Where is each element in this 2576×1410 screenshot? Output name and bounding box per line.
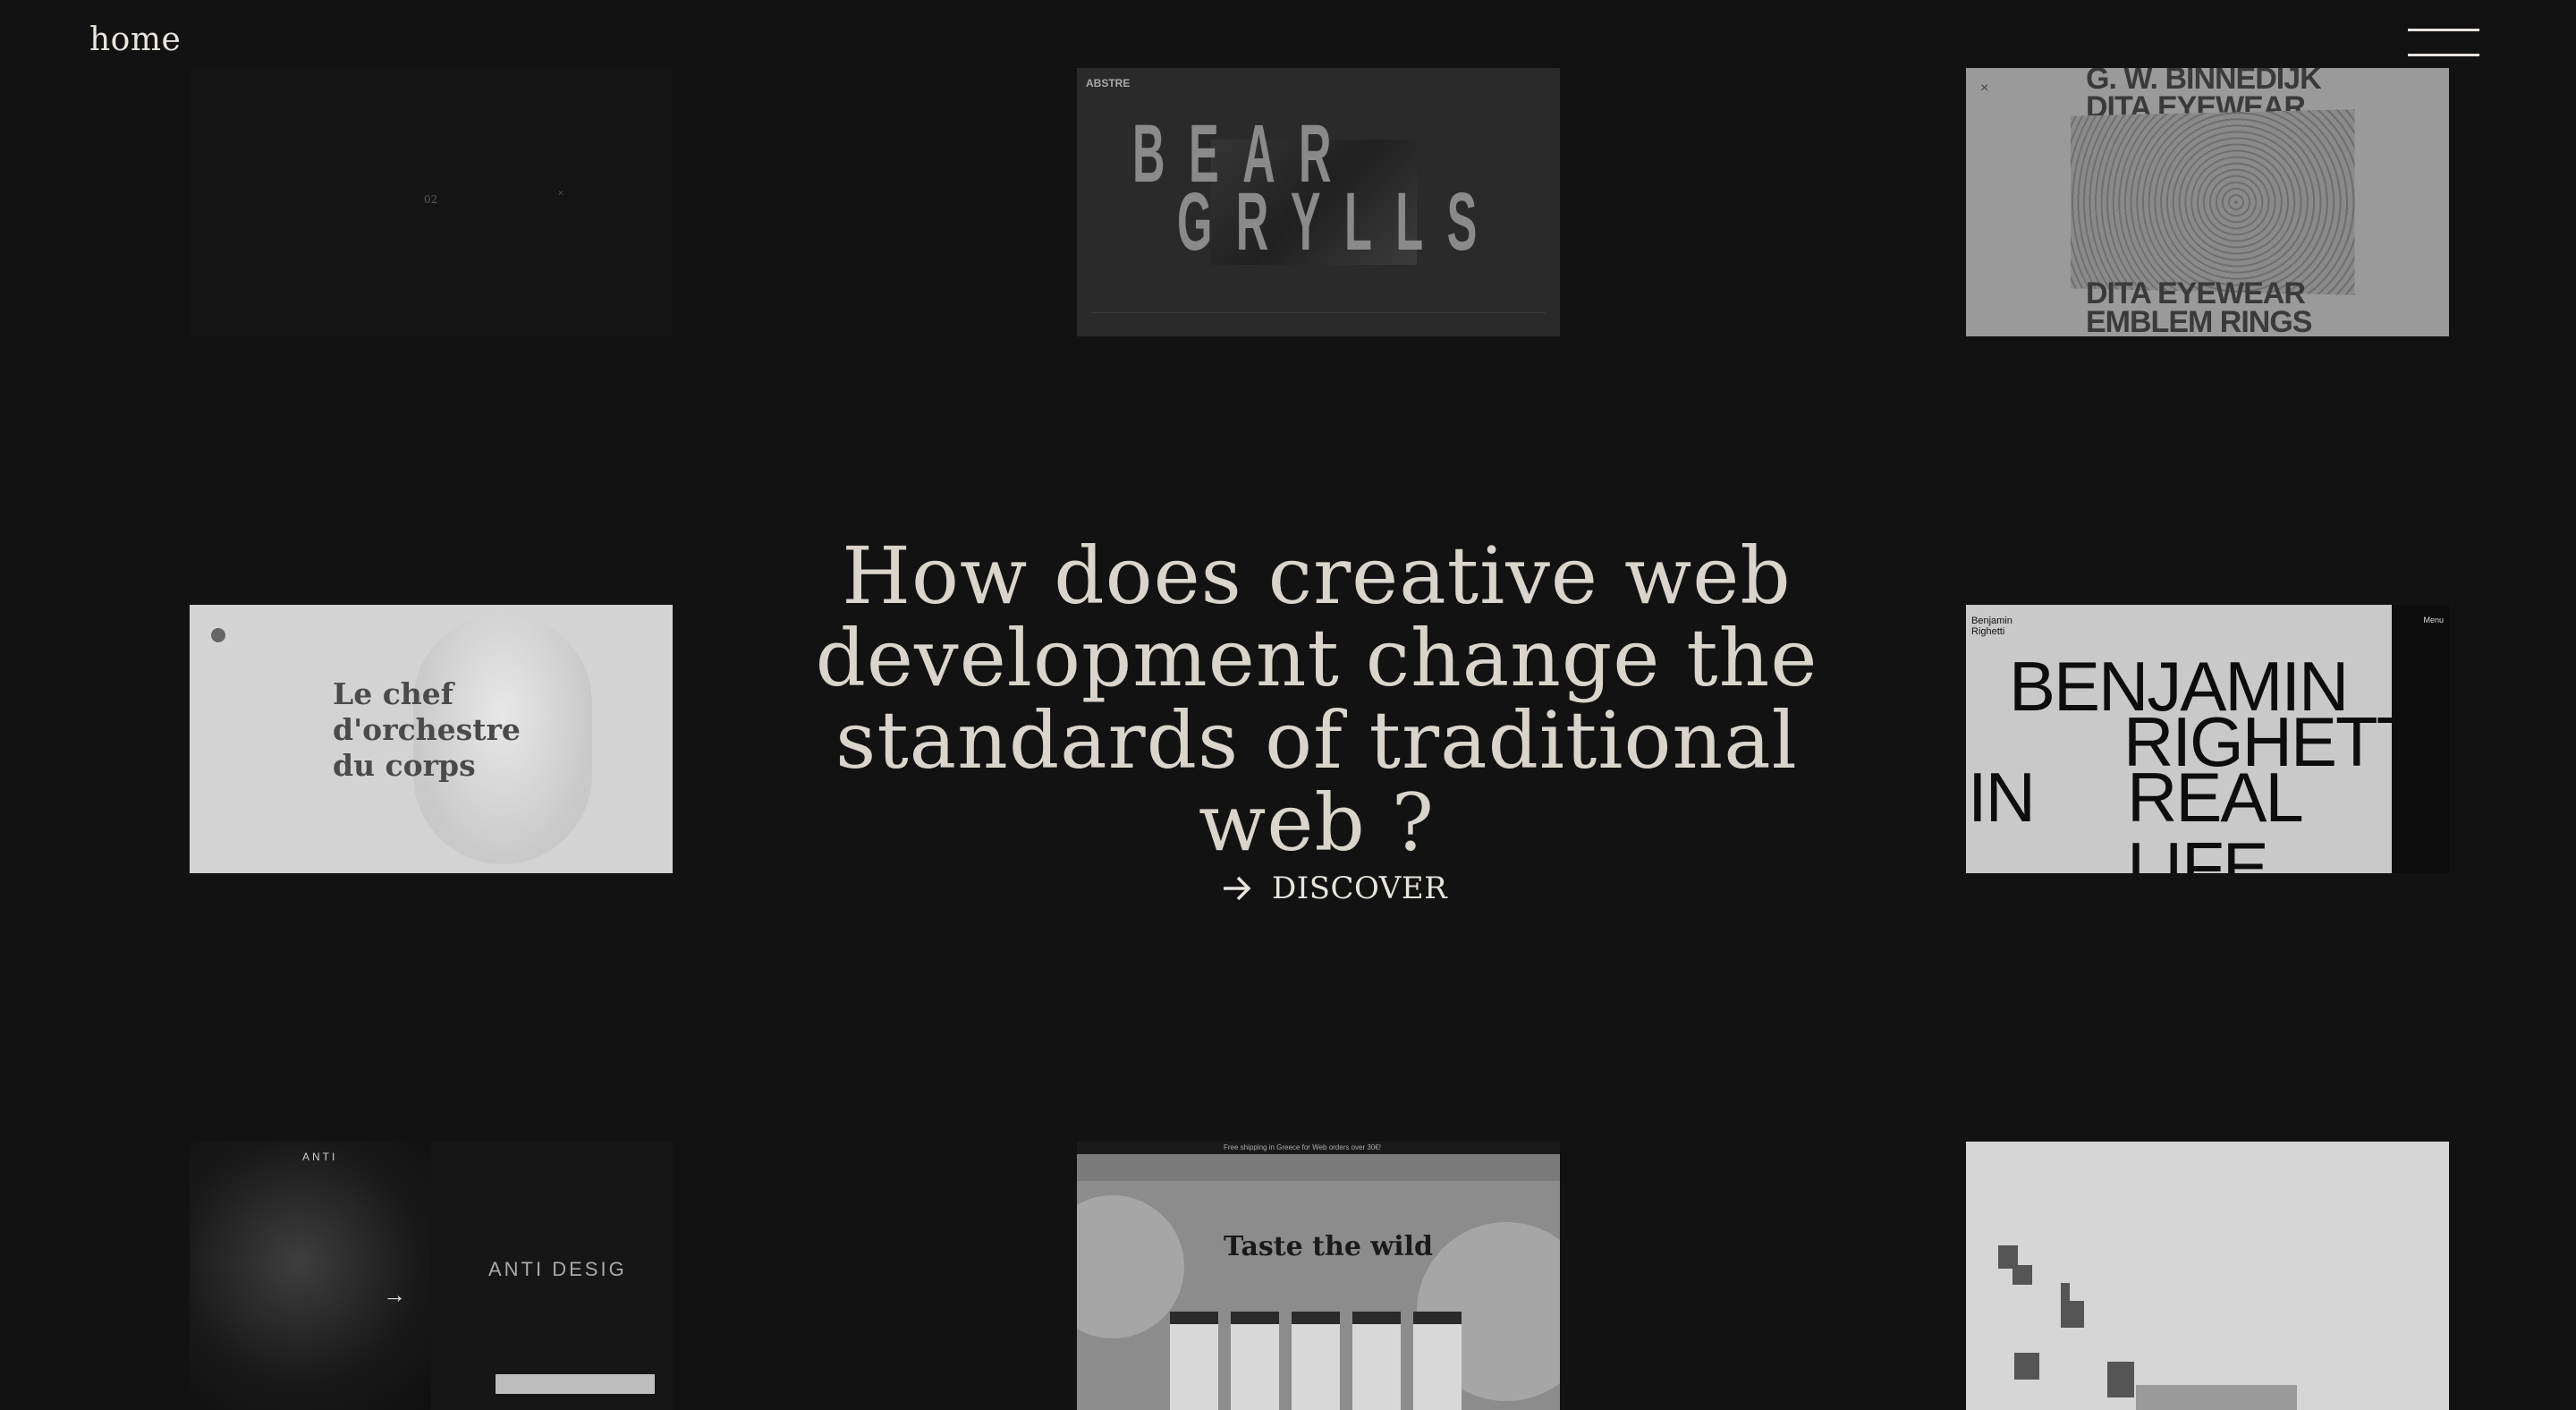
project-thumbnail-benjamin-righetti[interactable]: Benjamin Righetti Menu BENJAMIN RIGHETTI… [1966, 605, 2449, 873]
thumbnail-brand: ABSTRE [1086, 77, 1131, 89]
thumbnail-jar [1292, 1312, 1340, 1410]
thumbnail-jar [1413, 1312, 1462, 1410]
project-thumbnail-bear-grylls[interactable]: ABSTRE BEAR GRYLLS [1077, 68, 1560, 336]
thumbnail-image-tile [2012, 1265, 2032, 1285]
discover-button[interactable]: DISCOVER [1220, 866, 1447, 911]
thumbnail-title-line2: GRYLLS [1177, 176, 1501, 268]
thumbnail-jar [1231, 1312, 1279, 1410]
chef-line2: d'orchestre [333, 712, 521, 747]
thumbnail-image-tile [2014, 1353, 2039, 1380]
thumbnail-number: 02 [424, 193, 438, 206]
thumbnail-nav [1077, 1154, 1560, 1181]
project-thumbnail-chef[interactable]: Le chef d'orchestre du corps [190, 605, 673, 873]
project-thumbnail-dark[interactable]: 02 × [190, 68, 673, 336]
thumbnail-blob [1077, 1195, 1184, 1338]
ben-line3a: IN [1968, 758, 2036, 837]
chef-line3: du corps [333, 748, 476, 783]
hamburger-menu-icon[interactable] [2408, 25, 2479, 59]
close-icon: × [1980, 81, 1989, 96]
thumbnail-brand: ANTI [302, 1151, 338, 1163]
thumbnail-tagline: Free shipping in Greece for Web orders o… [1224, 1143, 1381, 1151]
project-thumbnail-dita[interactable]: G. W. BINNEDIJK DITA EYEWEAR DITA EYEWEA… [1966, 68, 2449, 336]
arrow-right-icon [1224, 876, 1251, 901]
thumbnail-cookie-bar [496, 1374, 655, 1394]
home-link[interactable]: home [89, 21, 181, 58]
thumbnail-menu-label: Menu [2423, 616, 2444, 624]
thumbnail-title: ANTI DESIG [488, 1258, 627, 1280]
thumbnail-headline: Taste the wild [1224, 1231, 1433, 1262]
thumbnail-footer [1091, 312, 1546, 322]
thumbnail-mark: × [558, 189, 564, 199]
menu-line-bottom [2408, 54, 2479, 56]
thumbnail-image-tile [2136, 1385, 2297, 1410]
thumbnail-jar [1170, 1312, 1218, 1410]
thumbnail-image-tile [2061, 1283, 2070, 1301]
thumbnail-title-bottom: DITA EYEWEAR EMBLEM RINGS [2086, 278, 2312, 336]
thumbnail-small-name: Benjamin Righetti [1971, 616, 2012, 637]
arrow-right-icon: → [383, 1281, 406, 1308]
thumbnail-jar [1352, 1312, 1401, 1410]
ben-line3b: REAL LIFE [2127, 758, 2301, 873]
thumbnail-landscape-image [2071, 109, 2355, 295]
thumbnail-image-tile [2107, 1362, 2134, 1397]
thumbnail-lamp-image [190, 1142, 431, 1410]
ben-small-1: Benjamin [1971, 616, 2012, 626]
hero-headline: How does creative web development change… [815, 530, 1818, 869]
thumbnail-title: Le chef d'orchestre du corps [333, 676, 521, 784]
project-thumbnail-anti[interactable]: ANTI → ANTI DESIG [190, 1142, 673, 1410]
thumbnail-line4: EMBLEM RINGS [2086, 305, 2312, 336]
project-thumbnail-taste[interactable]: Free shipping in Greece for Web orders o… [1077, 1142, 1560, 1410]
thumbnail-image-tile [2061, 1301, 2084, 1328]
project-thumbnail-white[interactable] [1966, 1142, 2449, 1410]
discover-label: DISCOVER [1272, 871, 1448, 906]
menu-line-top [2408, 29, 2479, 31]
thumbnail-dot-icon [211, 628, 225, 642]
ben-small-2: Righetti [1971, 626, 2005, 637]
chef-line1: Le chef [333, 676, 453, 711]
